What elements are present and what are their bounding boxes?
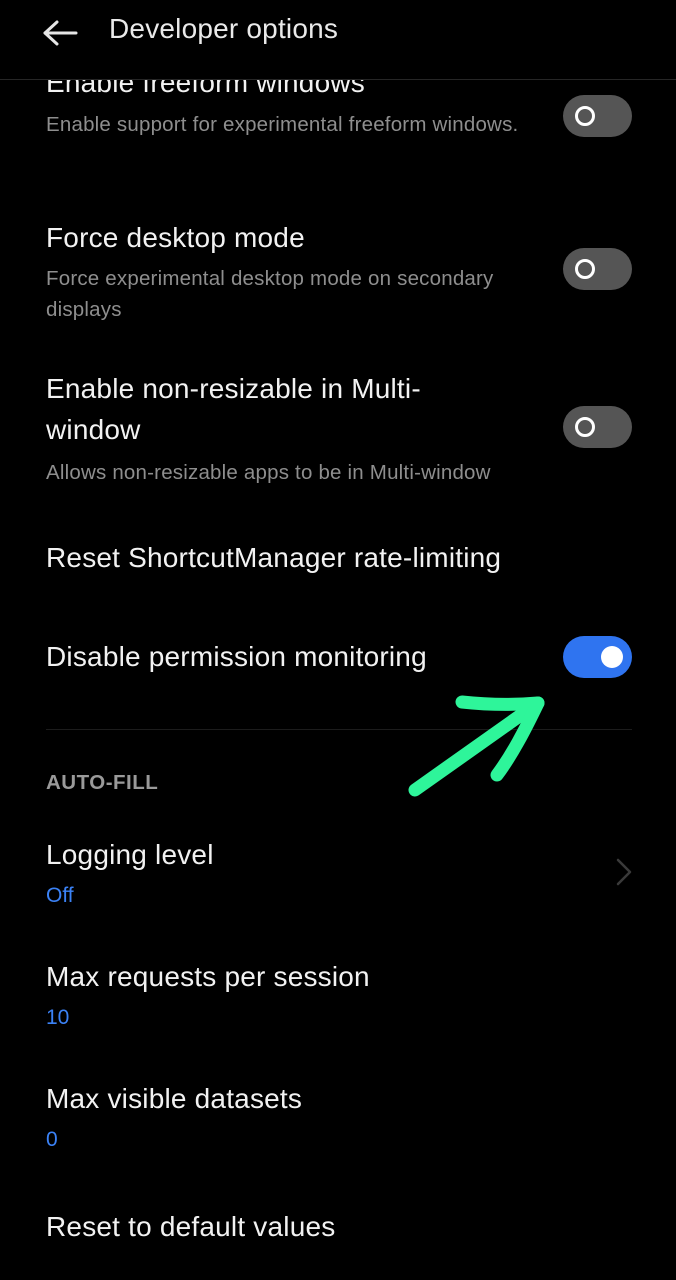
force-desktop-mode-toggle[interactable] xyxy=(563,248,632,290)
setting-title: Force desktop mode xyxy=(46,222,305,253)
green-arrow-annotation xyxy=(408,695,545,797)
setting-title: Reset ShortcutManager rate-limiting xyxy=(46,542,502,573)
section-divider xyxy=(46,729,632,730)
settings-list: Enable freeform windows Enable support f… xyxy=(0,0,676,1280)
setting-max-visible-datasets[interactable]: Max visible datasets 0 xyxy=(0,1078,676,1158)
setting-enable-freeform-windows[interactable]: Enable freeform windows Enable support f… xyxy=(0,62,676,192)
back-button[interactable] xyxy=(30,8,90,58)
setting-title: Logging level xyxy=(46,839,214,870)
permission-monitoring-toggle[interactable] xyxy=(563,636,632,678)
section-header-autofill: AUTO-FILL xyxy=(46,771,159,794)
setting-title: Max requests per session xyxy=(46,961,370,992)
setting-force-desktop-mode[interactable]: Force desktop mode Force experimental de… xyxy=(0,215,676,335)
setting-max-requests-per-session[interactable]: Max requests per session 10 xyxy=(0,956,676,1036)
setting-subtitle: Force experimental desktop mode on secon… xyxy=(46,267,494,321)
setting-title: Enable non-resizable in Multi-window xyxy=(46,373,421,445)
non-resizable-multi-window-toggle[interactable] xyxy=(563,406,632,448)
freeform-windows-toggle[interactable] xyxy=(563,95,632,137)
app-bar: Developer options xyxy=(0,0,676,80)
setting-title: Reset to default values xyxy=(46,1211,336,1242)
setting-subtitle: Allows non-resizable apps to be in Multi… xyxy=(46,461,491,484)
setting-title: Max visible datasets xyxy=(46,1083,303,1114)
setting-value: Off xyxy=(46,884,74,907)
setting-logging-level[interactable]: Logging level Off xyxy=(0,834,676,914)
setting-value: 0 xyxy=(46,1128,58,1151)
toggle-knob xyxy=(575,106,595,126)
setting-disable-permission-monitoring[interactable]: Disable permission monitoring xyxy=(0,636,676,696)
setting-value: 10 xyxy=(46,1006,70,1029)
setting-reset-shortcutmanager[interactable]: Reset ShortcutManager rate-limiting xyxy=(0,537,676,597)
setting-reset-to-default-values[interactable]: Reset to default values xyxy=(0,1206,676,1266)
arrow-left-icon xyxy=(43,20,78,46)
toggle-knob xyxy=(601,646,623,668)
chevron-right-icon xyxy=(616,858,632,886)
toggle-knob xyxy=(575,259,595,279)
setting-title: Disable permission monitoring xyxy=(46,641,427,672)
setting-subtitle: Enable support for experimental freeform… xyxy=(46,113,519,136)
toggle-knob xyxy=(575,417,595,437)
page-title: Developer options xyxy=(109,13,339,44)
setting-non-resizable-multi-window[interactable]: Enable non-resizable in Multi-window All… xyxy=(0,368,676,498)
